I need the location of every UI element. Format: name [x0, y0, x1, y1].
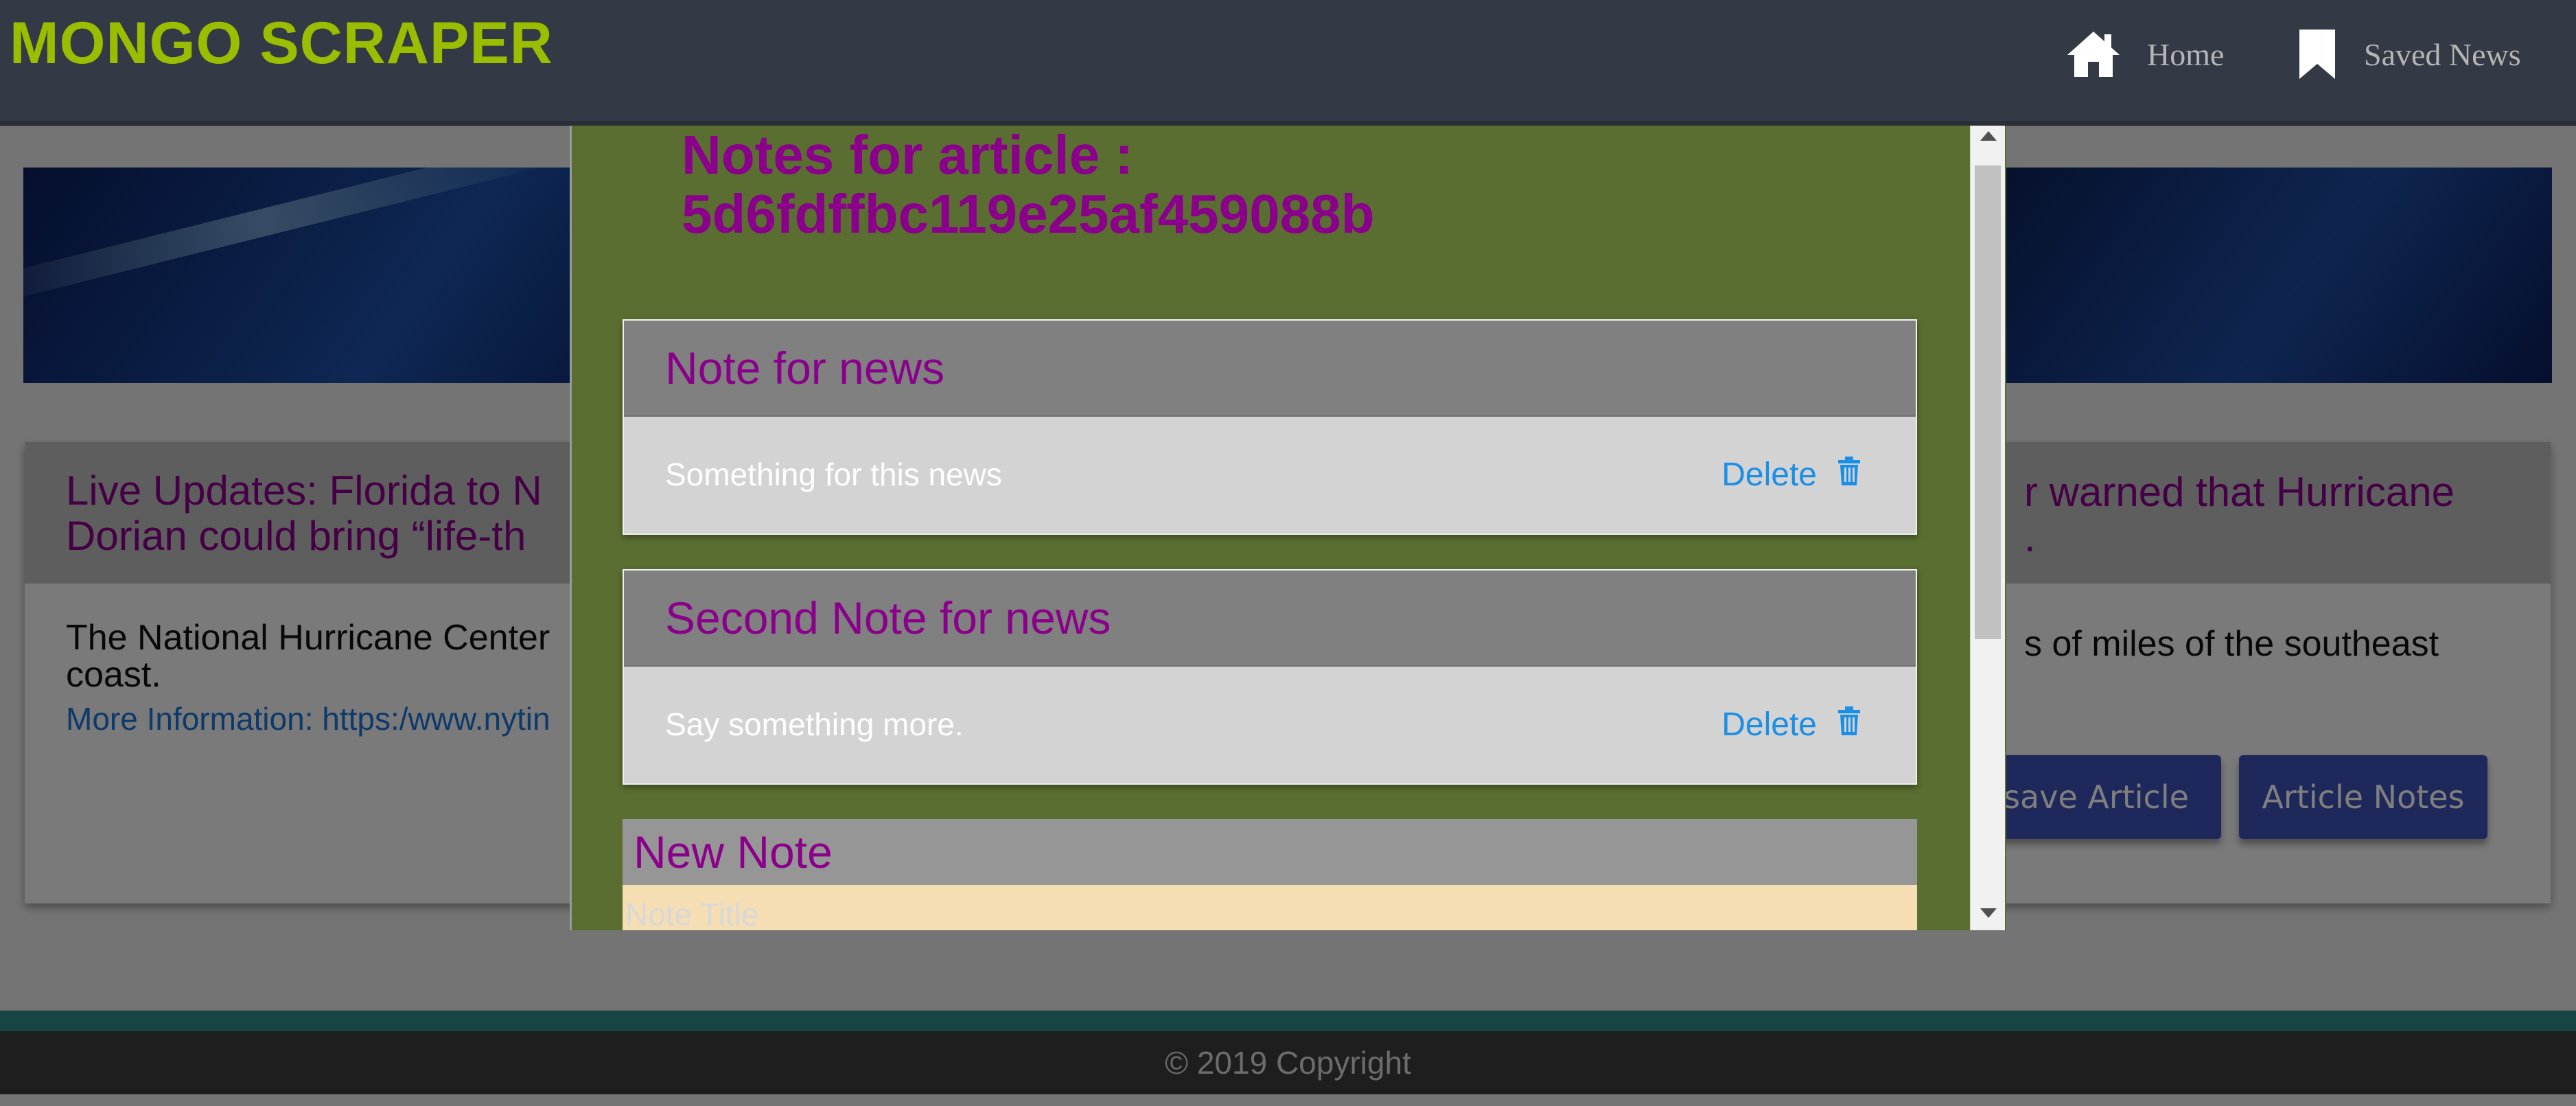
delete-note-button[interactable]: Delete [1721, 456, 1861, 494]
notes-modal: Notes for article : 5d6fdffbc119e25af459… [570, 126, 2006, 930]
brand-logo[interactable]: MONGO SCRAPER [10, 10, 553, 78]
scroll-up-arrow-icon[interactable] [1980, 131, 1997, 141]
navbar: MONGO SCRAPER Home Saved News [0, 0, 2576, 126]
modal-title: Notes for article : 5d6fdffbc119e25af459… [682, 126, 1711, 244]
delete-note-button[interactable]: Delete [1721, 706, 1861, 744]
note-body: Something for this news Delete [624, 417, 1916, 532]
note-card: Second Note for news Say something more.… [623, 569, 1917, 785]
modal-article-id: 5d6fdffbc119e25af459088b [682, 183, 1375, 244]
note-title: Second Note for news [624, 571, 1916, 667]
trash-icon [1837, 456, 1861, 494]
note-card: Note for news Something for this news De… [623, 319, 1917, 535]
nav-saved-news-label: Saved News [2364, 36, 2521, 72]
home-icon [2066, 30, 2121, 78]
nav-saved-news-link[interactable]: Saved News [2297, 16, 2521, 92]
new-note-form: New Note [623, 819, 1917, 930]
delete-label: Delete [1721, 706, 1817, 743]
bookmark-icon [2297, 28, 2338, 80]
scroll-down-arrow-icon[interactable] [1980, 908, 1997, 918]
delete-label: Delete [1721, 456, 1817, 493]
modal-scrollbar[interactable] [1970, 126, 2005, 930]
note-text: Say something more. [665, 706, 964, 742]
modal-title-line1: Notes for article : [682, 126, 1133, 185]
note-text: Something for this news [665, 457, 1002, 492]
nav-home-link[interactable]: Home [2066, 16, 2224, 92]
trash-icon [1837, 706, 1861, 744]
note-title: Note for news [624, 321, 1916, 417]
scroll-thumb[interactable] [1975, 165, 2001, 639]
note-title-input[interactable] [623, 885, 1917, 930]
note-body: Say something more. Delete [624, 667, 1916, 782]
new-note-heading: New Note [623, 819, 1917, 885]
nav-home-label: Home [2147, 36, 2225, 72]
